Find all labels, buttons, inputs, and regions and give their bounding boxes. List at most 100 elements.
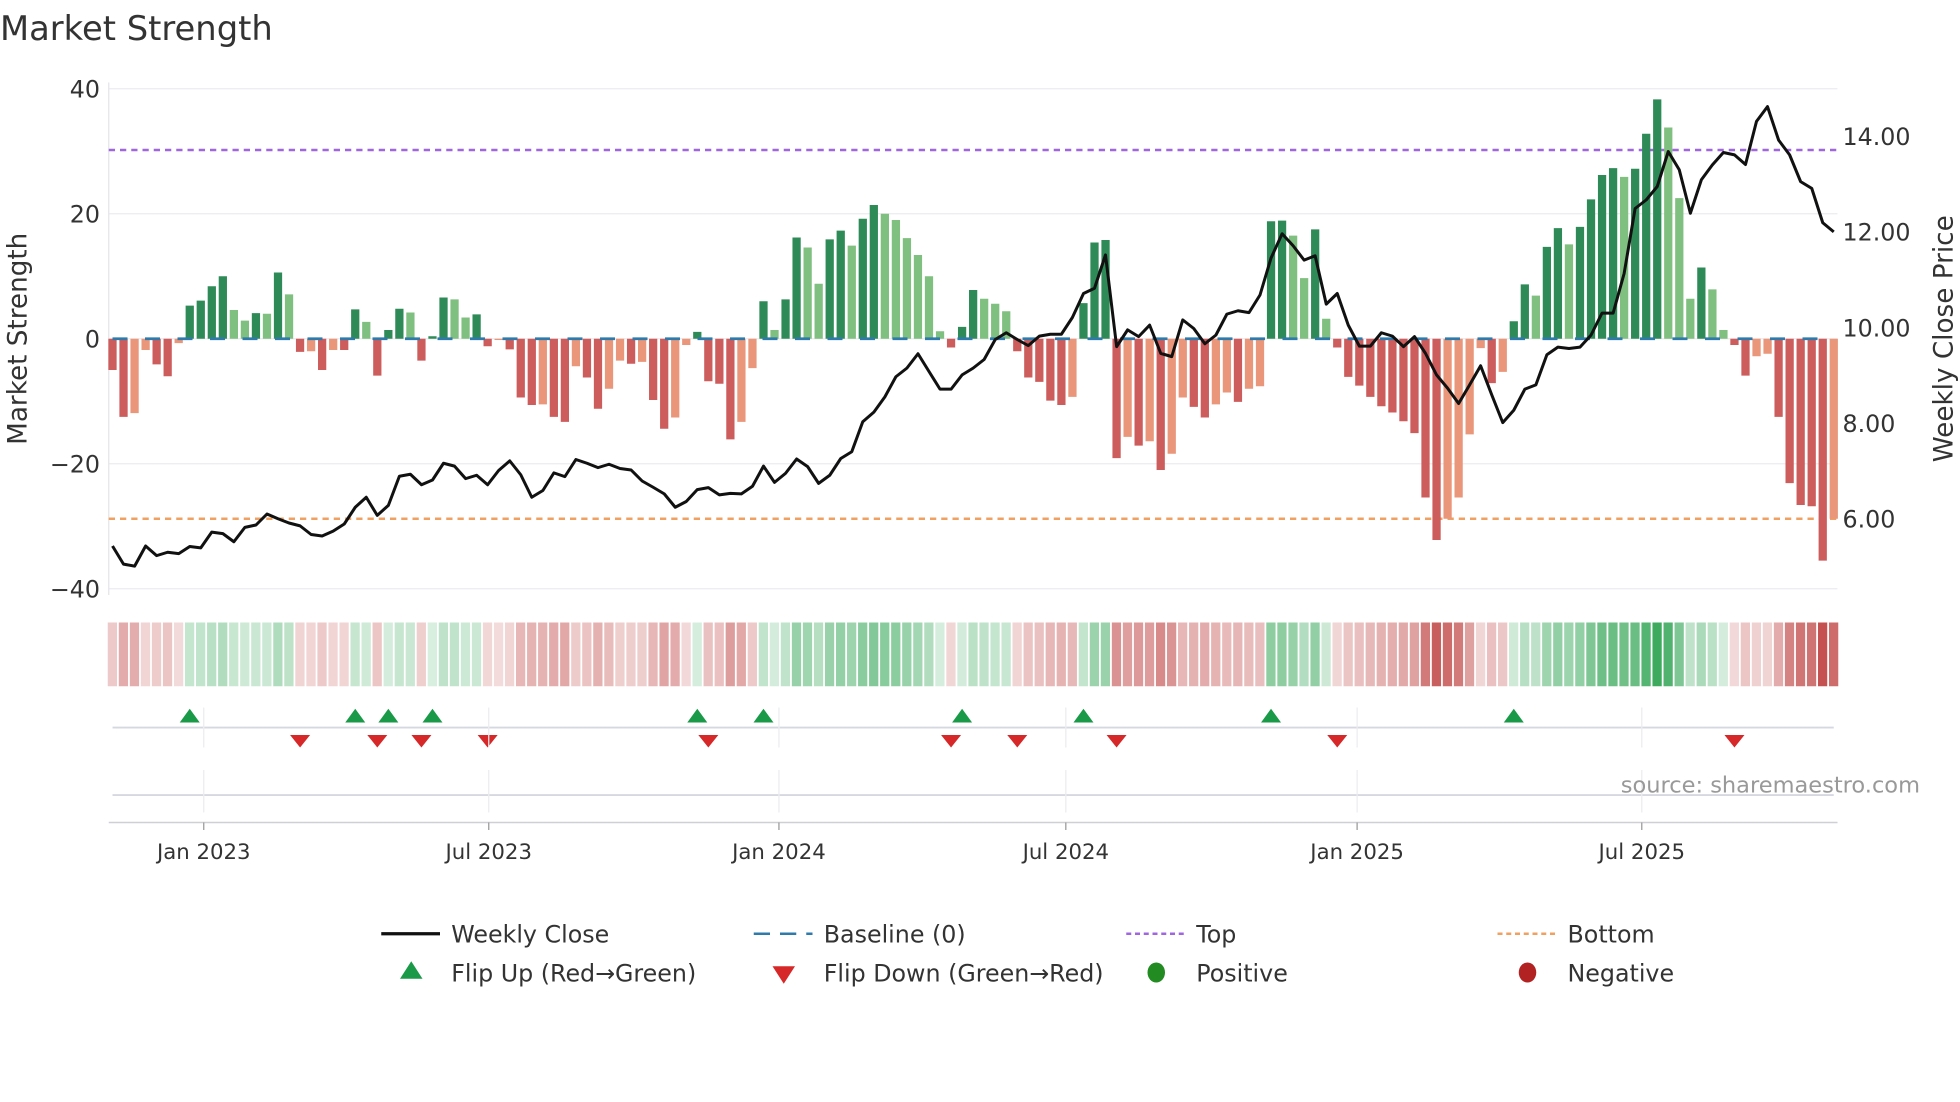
strip-cell — [604, 622, 614, 687]
strip-cell — [615, 622, 625, 687]
strip-cell — [504, 622, 515, 687]
strip-cell — [659, 622, 669, 687]
strip-cell — [1520, 622, 1530, 687]
y2-tick-label: 10.00 — [1843, 314, 1911, 342]
strip-cell — [1045, 622, 1055, 687]
legend-label: Weekly Close — [451, 921, 609, 949]
strip-cell — [1829, 622, 1839, 687]
strength-bar — [1377, 338, 1386, 407]
strength-bar — [1200, 338, 1209, 418]
strip-cell — [328, 622, 338, 687]
strength-bar — [373, 338, 382, 376]
strip-cell — [1486, 622, 1497, 687]
strength-bar — [847, 245, 856, 339]
strip-cell — [1332, 622, 1342, 687]
strip-cell — [1034, 622, 1044, 687]
strength-bar — [582, 338, 592, 378]
strip-cell — [1586, 622, 1596, 687]
strength-bar — [505, 338, 514, 350]
strip-cell — [780, 622, 791, 687]
strength-bar — [351, 309, 360, 339]
strength-bar — [991, 303, 1000, 339]
x-tick-label: Jul 2024 — [1021, 840, 1109, 865]
strip-cell — [1056, 622, 1066, 687]
source-label: source: sharemaestro.com — [1621, 773, 1920, 799]
strength-bar — [1421, 338, 1430, 498]
strength-bar — [671, 338, 680, 418]
strength-bar — [1079, 303, 1088, 339]
strength-bar — [1509, 321, 1518, 339]
legend: Weekly Close Baseline (0) Top Bottom Flip Up… — [381, 921, 1675, 987]
triangle-down-icon — [772, 966, 795, 984]
strength-bar — [1785, 338, 1794, 484]
strength-bar — [1730, 338, 1739, 345]
strip-cell — [350, 622, 360, 687]
strength-bar — [1741, 338, 1750, 376]
strip-cell — [1155, 622, 1166, 687]
strength-bar — [1189, 338, 1198, 407]
strength-bar — [637, 338, 647, 362]
strip-cell — [1707, 622, 1717, 687]
strength-bar — [913, 255, 923, 339]
legend-item-positive: Positive — [1147, 959, 1288, 987]
strength-bar — [1443, 338, 1452, 519]
legend-item-close: Weekly Close — [381, 921, 609, 949]
strip-cell — [218, 622, 228, 687]
strength-bar — [1123, 338, 1132, 437]
strip-cell — [162, 622, 173, 687]
strip-cell — [295, 622, 305, 687]
strength-bar — [1487, 338, 1496, 384]
strength-bar — [141, 338, 150, 350]
strip-cell — [891, 622, 901, 687]
strip-cell — [1806, 622, 1817, 687]
strip-cell — [924, 622, 934, 687]
strength-bar — [395, 308, 404, 339]
strip-cell — [1398, 622, 1408, 687]
legend-label: Top — [1195, 921, 1236, 949]
strength-bar — [428, 336, 437, 339]
strength-bar — [825, 239, 834, 339]
strip-cell — [847, 622, 857, 687]
strength-bar — [1322, 318, 1331, 339]
x-tick-label: Jul 2025 — [1597, 840, 1685, 865]
strip-cell — [747, 622, 757, 687]
strength-bar — [549, 338, 558, 417]
strip-cell — [1089, 622, 1100, 687]
legend-label: Flip Up (Red→Green) — [451, 959, 696, 987]
strength-bar — [1156, 338, 1165, 470]
strength-bar — [1211, 338, 1220, 405]
flip-up-marker — [422, 708, 443, 723]
strip-cell — [184, 622, 195, 687]
y-axis-label: Market Strength — [3, 233, 33, 445]
strength-bar — [1564, 244, 1574, 339]
y-tick-label: −20 — [50, 451, 100, 479]
legend-label: Negative — [1568, 959, 1675, 987]
market-strength-chart: Market Strength 40 20 0 −20 −40 14.00 12.00 10.… — [0, 9, 1960, 987]
strength-bar — [737, 338, 746, 422]
strength-bar — [1686, 298, 1695, 339]
y2-tick-label: 12.00 — [1843, 219, 1911, 247]
strip-cell — [1531, 622, 1541, 687]
strip-cell — [1343, 622, 1353, 687]
strength-bar — [1763, 338, 1772, 354]
strip-cell — [824, 622, 835, 687]
strength-bar — [130, 338, 139, 414]
strip-cell — [1387, 622, 1397, 687]
strength-bar — [152, 338, 161, 365]
strength-bar — [450, 299, 459, 339]
strip-cell — [571, 622, 581, 687]
strip-cell — [1200, 622, 1210, 687]
strip-cell — [1630, 622, 1640, 687]
x-tick-label: Jul 2023 — [444, 840, 532, 865]
strip-cell — [151, 622, 162, 687]
strength-bar — [340, 338, 349, 350]
strength-bar — [814, 283, 823, 339]
strip-cell — [173, 622, 184, 687]
strength-bar — [560, 338, 570, 422]
strength-bar — [1774, 338, 1783, 417]
strip-cell — [361, 622, 371, 687]
strip-cell — [549, 622, 559, 687]
strip-cell — [1795, 622, 1806, 687]
strip-cell — [1641, 622, 1651, 687]
strip-cell — [979, 622, 989, 687]
